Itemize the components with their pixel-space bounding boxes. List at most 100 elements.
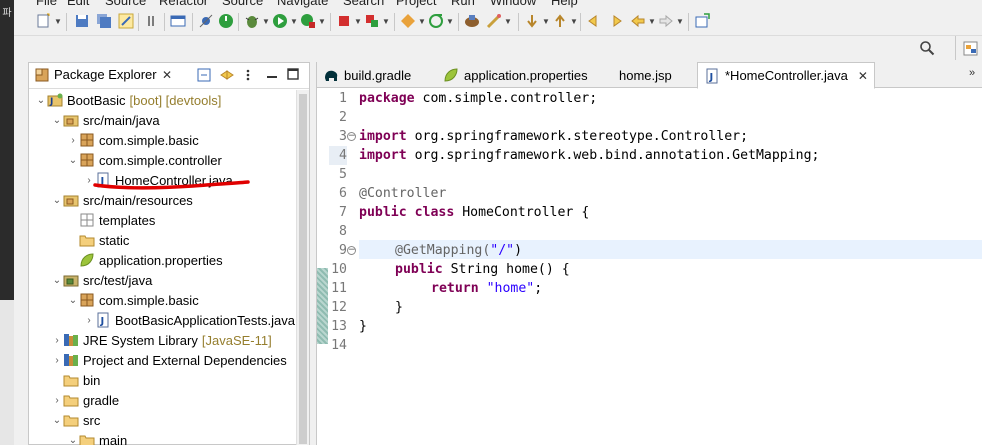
chevron-down-icon[interactable]: ▼ (290, 17, 298, 26)
open-console-icon[interactable] (170, 13, 186, 29)
coverage-icon[interactable] (364, 13, 380, 29)
tree-item-src-main-resources[interactable]: ⌄ src/main/resources (29, 190, 296, 210)
tree-item-templates[interactable]: templates (29, 210, 296, 230)
minimize-icon[interactable] (266, 68, 278, 83)
tab-home-jsp[interactable]: home.jsp (613, 62, 678, 88)
chevron-down-icon[interactable]: ⌄ (35, 95, 47, 106)
tree-item-gradle[interactable]: › gradle (29, 390, 296, 410)
tab-application-properties[interactable]: application.properties (437, 62, 594, 88)
forward-edit-icon[interactable] (608, 13, 624, 29)
menu-navigate[interactable]: Navigate (277, 0, 328, 8)
tree-item-test-com-simple-basic[interactable]: ⌄ com.simple.basic (29, 290, 296, 310)
menu-run[interactable]: Run (451, 0, 475, 8)
chevron-down-icon[interactable]: ▼ (54, 17, 62, 26)
chevron-right-icon[interactable]: › (51, 335, 63, 346)
chevron-down-icon[interactable]: ⌄ (67, 435, 79, 445)
debug-icon[interactable] (244, 13, 260, 29)
tree-item-src[interactable]: ⌄ src (29, 410, 296, 430)
forward-icon[interactable] (658, 13, 674, 29)
chevron-right-icon[interactable]: › (51, 355, 63, 366)
menu-file[interactable]: File (36, 0, 57, 8)
close-icon[interactable]: ✕ (858, 69, 868, 83)
menu-project[interactable]: Project (396, 0, 436, 8)
menu-edit[interactable]: Edit (67, 0, 89, 8)
chevron-down-icon[interactable]: ⌄ (51, 275, 63, 286)
new-icon[interactable] (36, 13, 52, 29)
chevron-down-icon[interactable]: ▼ (418, 17, 426, 26)
tree-item-src-test-java[interactable]: ⌄ src/test/java (29, 270, 296, 290)
new-java-class-icon[interactable] (400, 13, 416, 29)
chevron-down-icon[interactable]: ⌄ (51, 115, 63, 126)
tree-item-src-main-java[interactable]: ⌄ src/main/java (29, 110, 296, 130)
tree-item-com-simple-controller[interactable]: ⌄ com.simple.controller (29, 150, 296, 170)
maximize-icon[interactable] (287, 68, 299, 83)
chevron-down-icon[interactable]: ▼ (446, 17, 454, 26)
perspective-switcher[interactable] (955, 36, 982, 60)
mark-occurrences-icon[interactable] (144, 13, 160, 29)
scrollbar-thumb[interactable] (299, 94, 307, 444)
menu-help[interactable]: Help (551, 0, 578, 8)
tree-item-static[interactable]: static (29, 230, 296, 250)
tree-item-application-properties[interactable]: application.properties (29, 250, 296, 270)
chevron-right-icon[interactable]: › (67, 135, 79, 146)
show-list-icon[interactable]: » (969, 67, 975, 79)
next-annotation-icon[interactable] (524, 13, 540, 29)
tree-item-com-simple-basic[interactable]: › com.simple.basic (29, 130, 296, 150)
open-view-icon[interactable] (694, 13, 710, 29)
tree-item-jre-system-library[interactable]: › JRE System Library [JavaSE-11] (29, 330, 296, 350)
skip-breakpoints-icon[interactable] (198, 13, 214, 29)
menu-source-2[interactable]: Source (222, 0, 263, 8)
run-icon[interactable] (272, 13, 288, 29)
tree-item-bootbasic[interactable]: ⌄ J BootBasic [boot] [devtools] (29, 90, 296, 110)
chevron-down-icon[interactable]: ▼ (382, 17, 390, 26)
tree-item-bootbasicapplicationtests-java[interactable]: › J BootBasicApplicationTests.java (29, 310, 296, 330)
chevron-right-icon[interactable]: › (83, 315, 95, 326)
save-icon[interactable] (74, 13, 90, 29)
chevron-down-icon[interactable]: ▼ (570, 17, 578, 26)
open-type-icon[interactable] (428, 13, 444, 29)
line-number: 5 (339, 167, 347, 182)
package-explorer-tab[interactable]: Package Explorer (35, 67, 157, 82)
link-with-editor-icon[interactable] (219, 68, 235, 85)
chevron-right-icon[interactable]: › (51, 395, 63, 406)
wand-icon[interactable] (486, 13, 502, 29)
previous-annotation-icon[interactable] (552, 13, 568, 29)
chevron-down-icon[interactable]: ⌄ (67, 155, 79, 166)
chevron-down-icon[interactable]: ⌄ (67, 295, 79, 306)
power-icon[interactable] (218, 13, 234, 29)
open-perspective-icon[interactable] (962, 38, 982, 60)
view-menu-icon[interactable] (245, 68, 251, 85)
last-edit-location-icon[interactable] (586, 13, 602, 29)
chevron-down-icon[interactable]: ▼ (648, 17, 656, 26)
chevron-down-icon[interactable]: ⌄ (51, 195, 63, 206)
fold-toggle-icon[interactable]: − (347, 132, 356, 141)
toggle-breadcrumb-icon[interactable] (118, 13, 134, 29)
tree-item-project-external-dependencies[interactable]: › Project and External Dependencies (29, 350, 296, 370)
menu-search[interactable]: Search (343, 0, 384, 8)
tree-item-bin[interactable]: bin (29, 370, 296, 390)
package-explorer-scrollbar[interactable] (296, 90, 309, 445)
menu-refactor[interactable]: Refactor (159, 0, 208, 8)
chevron-down-icon[interactable]: ▼ (354, 17, 362, 26)
chevron-down-icon[interactable]: ▼ (542, 17, 550, 26)
tab-build-gradle[interactable]: build.gradle (317, 62, 417, 88)
chevron-down-icon[interactable]: ▼ (318, 17, 326, 26)
menu-source[interactable]: Source (105, 0, 146, 8)
tab-homecontroller-java[interactable]: J *HomeController.java ✕ (697, 62, 875, 89)
fold-toggle-icon[interactable]: − (347, 246, 356, 255)
close-icon[interactable]: ✕ (162, 68, 172, 82)
tree-item-main[interactable]: ⌄ main (29, 430, 296, 445)
chevron-down-icon[interactable]: ▼ (262, 17, 270, 26)
back-icon[interactable] (630, 13, 646, 29)
chevron-down-icon[interactable]: ⌄ (51, 415, 63, 426)
stop-icon[interactable] (336, 13, 352, 29)
collapse-all-icon[interactable] (197, 68, 211, 85)
save-all-icon[interactable] (96, 13, 112, 29)
open-task-icon[interactable] (464, 13, 480, 29)
menu-window[interactable]: Window (490, 0, 536, 8)
search-icon[interactable] (919, 40, 935, 56)
chevron-down-icon[interactable]: ▼ (504, 17, 512, 26)
run-external-icon[interactable] (300, 13, 316, 29)
code-text-area[interactable]: package com.simple.controller; import or… (359, 89, 982, 445)
chevron-down-icon[interactable]: ▼ (676, 17, 684, 26)
